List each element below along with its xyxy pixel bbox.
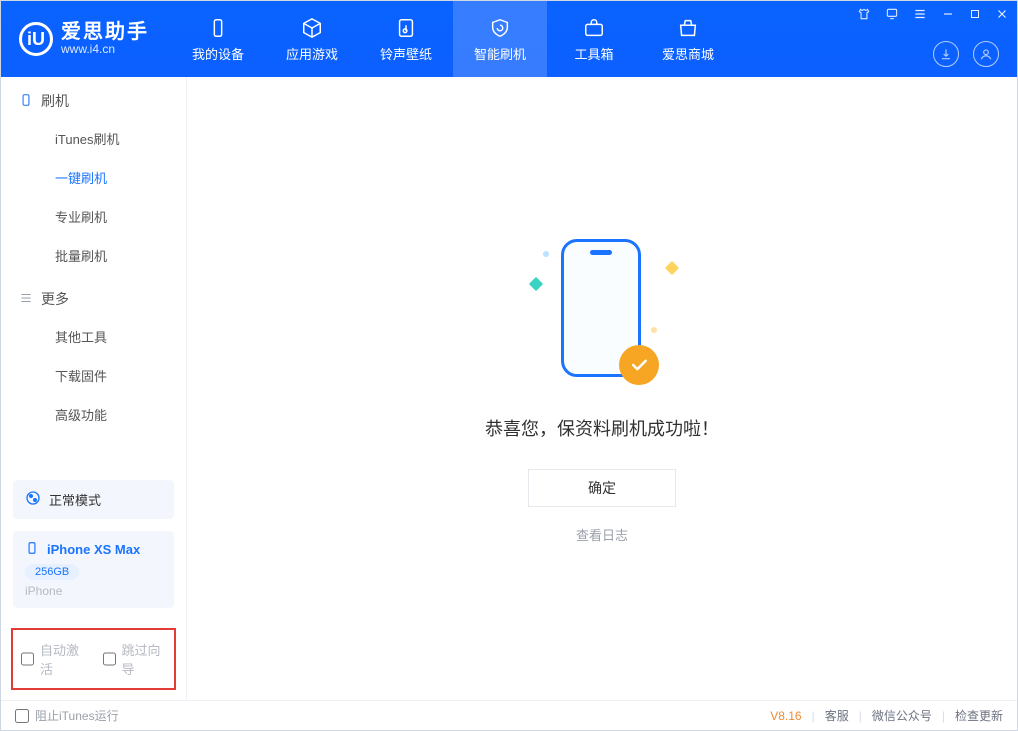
checkbox-input[interactable] — [103, 652, 116, 666]
success-message: 恭喜您，保资料刷机成功啦！ — [485, 415, 719, 441]
status-bar: 阻止iTunes运行 V8.16 | 客服 | 微信公众号 | 检查更新 — [1, 700, 1017, 730]
device-capacity-badge: 256GB — [25, 564, 79, 580]
nav-store[interactable]: 爱思商城 — [641, 1, 735, 77]
cube-icon — [300, 16, 324, 40]
device-name: iPhone XS Max — [47, 542, 140, 557]
sidebar-group-title: 更多 — [41, 289, 69, 309]
nav-apps[interactable]: 应用游戏 — [265, 1, 359, 77]
sidebar-item-oneclick-flash[interactable]: 一键刷机 — [1, 158, 186, 197]
checkbox-input[interactable] — [15, 709, 29, 723]
mode-icon — [25, 490, 41, 509]
sidebar-item-batch-flash[interactable]: 批量刷机 — [1, 236, 186, 275]
sidebar-item-pro-flash[interactable]: 专业刷机 — [1, 197, 186, 236]
checkbox-label: 自动激活 — [40, 640, 85, 678]
nav-label: 铃声壁纸 — [380, 44, 432, 63]
phone-small-icon — [25, 541, 39, 558]
header-actions — [933, 41, 999, 67]
nav-ringtones[interactable]: 铃声壁纸 — [359, 1, 453, 77]
list-icon — [19, 291, 33, 308]
nav-my-device[interactable]: 我的设备 — [171, 1, 265, 77]
nav-toolbox[interactable]: 工具箱 — [547, 1, 641, 77]
feedback-icon[interactable] — [885, 7, 899, 24]
sidebar-item-advanced[interactable]: 高级功能 — [1, 395, 186, 434]
version-label: V8.16 — [770, 709, 801, 723]
sidebar-item-itunes-flash[interactable]: iTunes刷机 — [1, 119, 186, 158]
sidebar-group-flash: 刷机 — [1, 77, 186, 119]
support-link[interactable]: 客服 — [825, 707, 849, 724]
checkbox-label: 阻止iTunes运行 — [35, 707, 119, 724]
toolbox-icon — [582, 16, 606, 40]
sidebar-group-more: 更多 — [1, 275, 186, 317]
ok-button[interactable]: 确定 — [528, 469, 676, 507]
check-update-link[interactable]: 检查更新 — [955, 707, 1003, 724]
brand-text: 爱思助手 www.i4.cn — [61, 21, 149, 56]
checkbox-input[interactable] — [21, 652, 34, 666]
device-info-card[interactable]: iPhone XS Max 256GB iPhone — [13, 531, 174, 608]
refresh-shield-icon — [488, 16, 512, 40]
download-button[interactable] — [933, 41, 959, 67]
close-button[interactable] — [995, 7, 1009, 24]
minimize-button[interactable] — [941, 7, 955, 24]
nav-label: 智能刷机 — [474, 44, 526, 63]
sidebar: 刷机 iTunes刷机 一键刷机 专业刷机 批量刷机 更多 其他工具 下载固件 … — [1, 77, 187, 700]
checkbox-auto-activate[interactable]: 自动激活 — [21, 640, 85, 678]
brand-subtitle: www.i4.cn — [61, 43, 149, 56]
shirt-icon[interactable] — [857, 7, 871, 24]
nav-label: 我的设备 — [192, 44, 244, 63]
window-controls — [857, 7, 1009, 24]
user-button[interactable] — [973, 41, 999, 67]
sidebar-item-other-tools[interactable]: 其他工具 — [1, 317, 186, 356]
wechat-link[interactable]: 微信公众号 — [872, 707, 932, 724]
sidebar-group-title: 刷机 — [41, 91, 69, 111]
nav-label: 工具箱 — [574, 44, 613, 63]
maximize-button[interactable] — [969, 8, 981, 23]
device-mode-card[interactable]: 正常模式 — [13, 480, 174, 519]
checkbox-block-itunes[interactable]: 阻止iTunes运行 — [15, 707, 119, 724]
app-body: 刷机 iTunes刷机 一键刷机 专业刷机 批量刷机 更多 其他工具 下载固件 … — [1, 77, 1017, 700]
store-icon — [676, 16, 700, 40]
nav-label: 爱思商城 — [662, 44, 714, 63]
device-type: iPhone — [25, 584, 162, 598]
top-nav: 我的设备 应用游戏 铃声壁纸 智能刷机 工具箱 — [171, 1, 735, 77]
sidebar-item-download-firmware[interactable]: 下载固件 — [1, 356, 186, 395]
nav-flash[interactable]: 智能刷机 — [453, 1, 547, 77]
brand-logo-icon: iU — [19, 22, 53, 56]
brand-title: 爱思助手 — [61, 21, 149, 43]
app-header: iU 爱思助手 www.i4.cn 我的设备 应用游戏 铃声壁纸 — [1, 1, 1017, 77]
music-file-icon — [394, 16, 418, 40]
nav-label: 应用游戏 — [286, 44, 338, 63]
checkbox-label: 跳过向导 — [122, 640, 167, 678]
checkmark-badge-icon — [619, 345, 659, 385]
device-mode-label: 正常模式 — [49, 490, 101, 509]
success-illustration — [527, 233, 677, 393]
phone-outline-icon — [19, 93, 33, 110]
menu-icon[interactable] — [913, 7, 927, 24]
checkbox-skip-wizard[interactable]: 跳过向导 — [103, 640, 167, 678]
main-content: 恭喜您，保资料刷机成功啦！ 确定 查看日志 — [187, 77, 1017, 700]
brand-block: iU 爱思助手 www.i4.cn — [1, 1, 171, 77]
options-highlight-box: 自动激活 跳过向导 — [11, 628, 176, 690]
view-log-link[interactable]: 查看日志 — [576, 525, 628, 544]
device-icon — [206, 16, 230, 40]
